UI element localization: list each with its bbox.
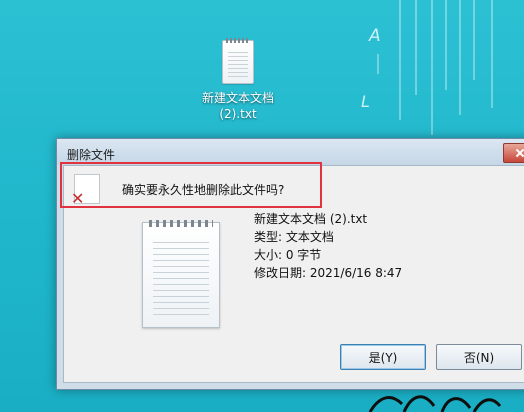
file-name: 新建文本文档 (2).txt <box>254 212 368 226</box>
desktop-file-label-line2: (2).txt <box>219 107 257 121</box>
file-modified: 修改日期: 2021/6/16 8:47 <box>254 266 403 280</box>
desktop-file-icon[interactable]: 新建文本文档 (2).txt <box>186 38 290 122</box>
highlight-annotation <box>60 162 322 208</box>
file-type: 类型: 文本文档 <box>254 230 334 244</box>
dialog-title: 删除文件 <box>67 148 116 162</box>
no-button[interactable]: 否(N) <box>436 344 522 370</box>
close-icon[interactable] <box>503 143 524 163</box>
text-file-icon <box>222 38 254 84</box>
file-info: 新建文本文档 (2).txt 类型: 文本文档 大小: 0 字节 修改日期: 2… <box>254 210 402 282</box>
desktop-file-label-line1: 新建文本文档 <box>201 91 274 105</box>
yes-button[interactable]: 是(Y) <box>340 344 426 370</box>
text-file-preview-icon <box>142 220 220 328</box>
file-size: 大小: 0 字节 <box>254 248 322 262</box>
